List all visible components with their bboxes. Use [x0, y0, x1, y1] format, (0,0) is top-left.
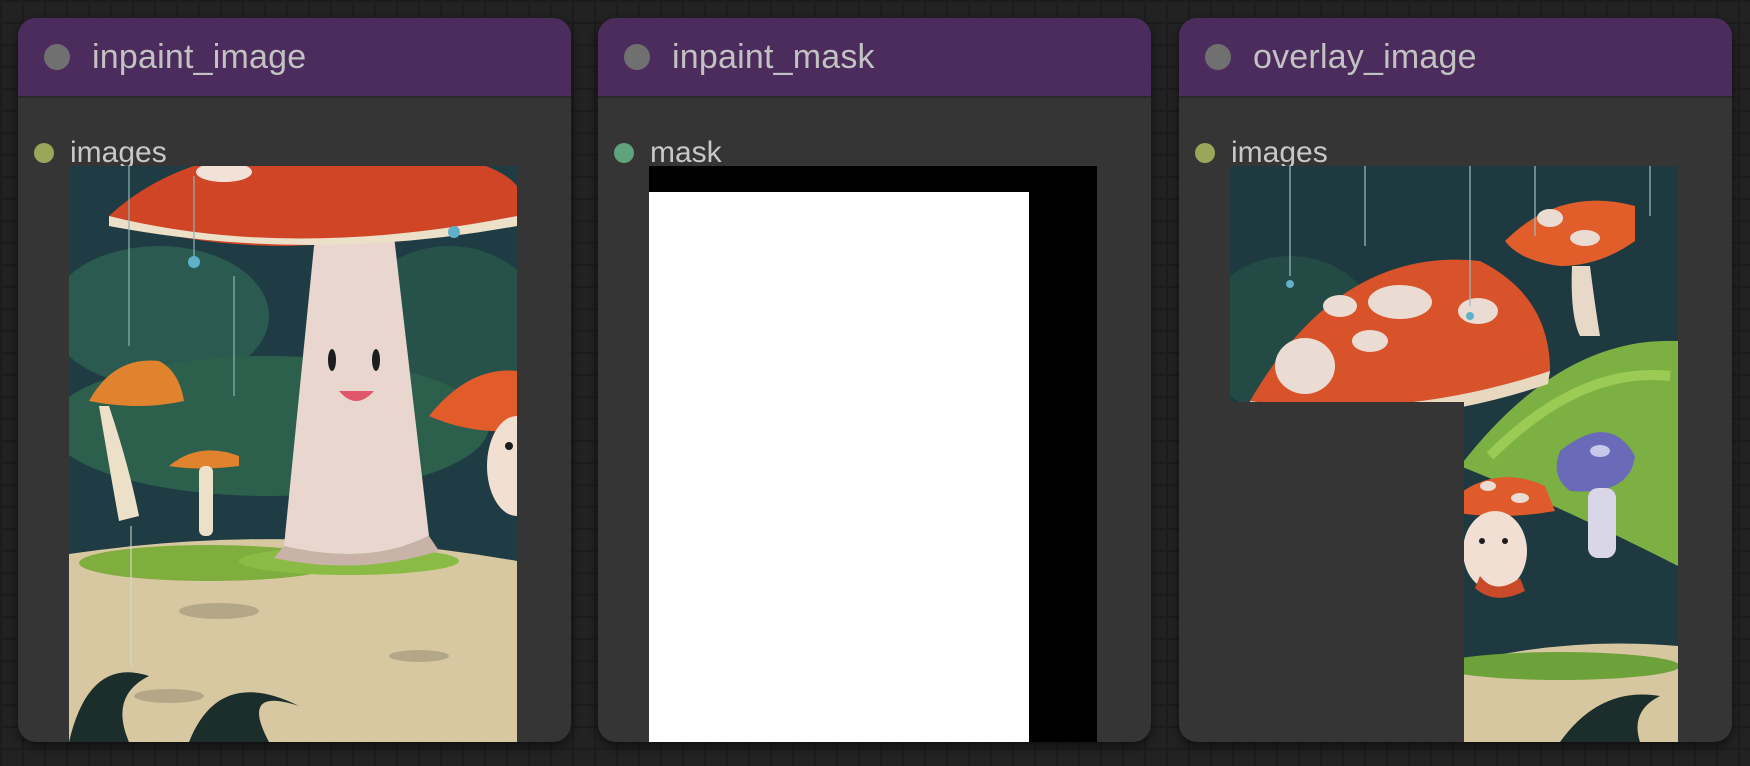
output-slot-images[interactable]: images: [1195, 136, 1328, 170]
slot-label: images: [70, 136, 167, 169]
collapse-dot-icon[interactable]: [624, 44, 650, 70]
collapse-dot-icon[interactable]: [1205, 44, 1231, 70]
mask-white-region: [649, 192, 1029, 742]
slot-label: mask: [650, 136, 722, 169]
mask-preview: [649, 166, 1097, 742]
node-title: inpaint_image: [92, 37, 307, 76]
slot-connector-icon[interactable]: [1195, 143, 1215, 163]
node-header[interactable]: inpaint_mask: [598, 18, 1151, 98]
collapse-dot-icon[interactable]: [44, 44, 70, 70]
output-slot-images[interactable]: images: [34, 136, 167, 170]
image-preview: [1230, 166, 1678, 742]
image-preview: [69, 166, 517, 742]
node-inpaint-mask[interactable]: inpaint_mask mask: [598, 18, 1151, 742]
node-header[interactable]: overlay_image: [1179, 18, 1732, 98]
slot-connector-icon[interactable]: [34, 143, 54, 163]
node-title: inpaint_mask: [672, 37, 875, 76]
slot-label: images: [1231, 136, 1328, 169]
slot-connector-icon[interactable]: [614, 143, 634, 163]
node-title: overlay_image: [1253, 37, 1477, 76]
node-inpaint-image[interactable]: inpaint_image images: [18, 18, 571, 742]
output-slot-mask[interactable]: mask: [614, 136, 722, 170]
node-overlay-image[interactable]: overlay_image images: [1179, 18, 1732, 742]
node-header[interactable]: inpaint_image: [18, 18, 571, 98]
